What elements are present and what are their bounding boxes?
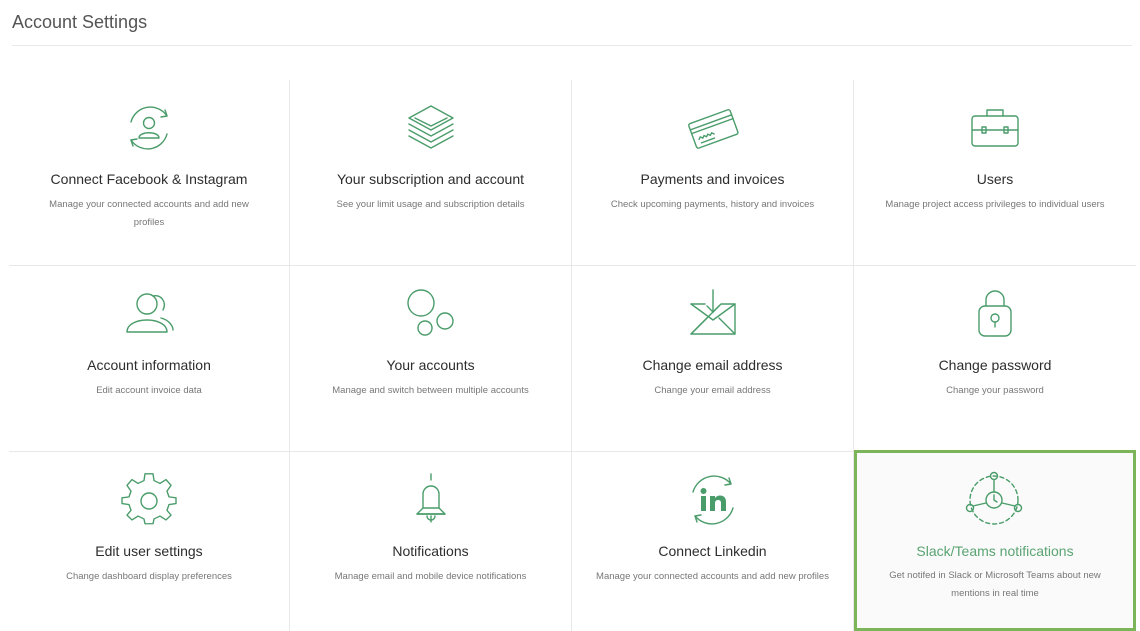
briefcase-icon <box>967 100 1023 156</box>
tile-payments-invoices[interactable]: Payments and invoices Check upcoming pay… <box>572 80 854 266</box>
tile-description: Change dashboard display preferences <box>66 571 232 582</box>
layers-icon <box>403 100 459 156</box>
tile-change-email[interactable]: Change email address Change your email a… <box>572 266 854 452</box>
tile-title: Edit user settings <box>95 543 203 559</box>
title-divider <box>12 45 1132 46</box>
tile-title: Notifications <box>392 543 469 559</box>
page-title: Account Settings <box>12 12 148 32</box>
tile-description: Manage project access privileges to indi… <box>885 199 1105 210</box>
linkedin-icon <box>685 472 741 528</box>
tile-account-information[interactable]: Account information Edit account invoice… <box>9 266 290 452</box>
tile-description: Manage email and mobile device notificat… <box>334 571 527 582</box>
network-clock-icon <box>965 471 1023 528</box>
tile-description: Edit account invoice data <box>96 385 202 396</box>
settings-grid: Connect Facebook & Instagram Manage your… <box>9 80 1136 631</box>
bell-icon <box>403 472 459 528</box>
tile-connect-linkedin[interactable]: Connect Linkedin Manage your connected a… <box>572 452 854 631</box>
tile-title: Connect Facebook & Instagram <box>50 171 248 187</box>
tile-title: Change email address <box>642 357 783 373</box>
tile-connect-facebook-instagram[interactable]: Connect Facebook & Instagram Manage your… <box>9 80 290 266</box>
tile-description: See your limit usage and subscription de… <box>336 199 525 210</box>
lock-icon <box>967 286 1023 342</box>
tile-description: Get notifed in Slack or Microsoft Teams … <box>889 570 1101 599</box>
tile-title: Slack/Teams notifications <box>916 543 1074 559</box>
tile-notifications[interactable]: Notifications Manage email and mobile de… <box>290 452 572 631</box>
circles-icon <box>403 286 459 342</box>
tile-description: Manage your connected accounts and add n… <box>596 571 829 582</box>
account-sync-icon <box>121 100 177 156</box>
tile-edit-user-settings[interactable]: Edit user settings Change dashboard disp… <box>9 452 290 631</box>
tile-title: Payments and invoices <box>640 171 785 187</box>
tile-title: Connect Linkedin <box>658 543 767 559</box>
user-icon <box>121 286 177 342</box>
tile-description: Change your email address <box>654 385 771 396</box>
credit-card-icon <box>685 100 741 156</box>
tile-subscription-account[interactable]: Your subscription and account See your l… <box>290 80 572 266</box>
tile-change-password[interactable]: Change password Change your password <box>854 266 1136 452</box>
tile-users[interactable]: Users Manage project access privileges t… <box>854 80 1136 266</box>
tile-description: Manage your connected accounts and add n… <box>49 199 249 228</box>
tile-your-accounts[interactable]: Your accounts Manage and switch between … <box>290 266 572 452</box>
tile-title: Your subscription and account <box>336 171 525 187</box>
tile-title: Users <box>976 171 1014 187</box>
gear-icon <box>121 472 177 528</box>
tile-description: Manage and switch between multiple accou… <box>332 385 529 396</box>
tile-title: Account information <box>87 357 211 373</box>
tile-title: Change password <box>938 357 1052 373</box>
tile-title: Your accounts <box>386 357 475 373</box>
tile-slack-teams-notifications[interactable]: Slack/Teams notifications Get notifed in… <box>854 450 1136 631</box>
envelope-icon <box>685 286 741 342</box>
tile-description: Change your password <box>946 385 1044 396</box>
tile-description: Check upcoming payments, history and inv… <box>610 199 815 210</box>
